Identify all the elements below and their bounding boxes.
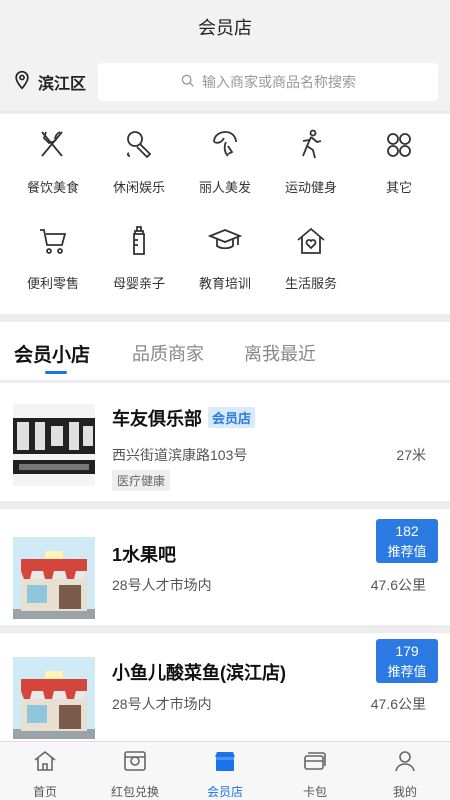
recommend-score-badge: 182 推荐值 <box>376 519 438 563</box>
tab-home[interactable]: 首页 <box>0 742 90 800</box>
shop-name: 1水果吧 <box>112 545 177 565</box>
recommend-label: 推荐值 <box>387 543 427 559</box>
category-dining[interactable]: 餐饮美食 <box>8 114 98 195</box>
shop-store-image <box>13 537 95 619</box>
shop-category-tag: 医疗健康 <box>112 470 171 491</box>
hair-icon <box>208 114 242 167</box>
graduation-cap-icon <box>207 210 243 263</box>
tab-member-store[interactable]: 会员店 <box>180 742 270 800</box>
tab-profile[interactable]: 我的 <box>360 742 450 800</box>
shop-address: 28号人才市场内 <box>112 696 212 712</box>
search-placeholder: 输入商家或商品名称搜索 <box>202 74 356 90</box>
location-pin-icon <box>12 70 32 95</box>
shop-tabs: 会员小店 品质商家 离我最近 <box>0 322 450 380</box>
bottom-tab-bar: 首页 红包兑换 会员店 卡包 我的 <box>0 741 450 800</box>
shop-distance: 27米 <box>396 447 426 463</box>
cards-icon <box>302 742 328 779</box>
title-bar: 会员店 <box>0 0 450 54</box>
active-tab-indicator <box>45 371 67 374</box>
utensils-icon <box>36 114 70 167</box>
shop-card[interactable]: 车友俱乐部 会员店 西兴街道滨康路103号 27米 医疗健康 <box>0 383 450 501</box>
location-bar: 滨江区 输入商家或商品名称搜索 <box>0 54 450 110</box>
tab-redpacket-exchange[interactable]: 红包兑换 <box>90 742 180 800</box>
home-icon <box>32 742 58 779</box>
page-title: 会员店 <box>198 18 252 38</box>
location-selector[interactable]: 滨江区 <box>12 70 98 95</box>
search-input[interactable]: 输入商家或商品名称搜索 <box>98 63 438 101</box>
microphone-icon <box>122 114 156 167</box>
cart-icon <box>36 210 70 263</box>
category-grid: 餐饮美食 休闲娱乐 丽人美发 运动健身 其它 便利零售 母婴亲子 教育培训 生活… <box>0 114 450 314</box>
recommend-label: 推荐值 <box>387 663 427 679</box>
shop-store-image <box>13 657 95 741</box>
home-heart-icon <box>294 210 328 263</box>
category-baby[interactable]: 母婴亲子 <box>94 210 184 291</box>
shop-address: 西兴街道滨康路103号 <box>112 447 248 463</box>
member-badge: 会员店 <box>208 407 256 428</box>
shop-name: 车友俱乐部 会员店 <box>112 405 256 431</box>
shop-address: 28号人才市场内 <box>112 577 212 593</box>
category-beauty[interactable]: 丽人美发 <box>180 114 270 195</box>
category-leisure[interactable]: 休闲娱乐 <box>94 114 184 195</box>
shop-card[interactable]: 1水果吧 28号人才市场内 47.6公里 182 推荐值 <box>0 509 450 625</box>
store-icon <box>212 742 238 779</box>
category-education[interactable]: 教育培训 <box>180 210 270 291</box>
category-services[interactable]: 生活服务 <box>266 210 356 291</box>
shop-distance: 47.6公里 <box>370 577 426 593</box>
running-icon <box>294 114 328 167</box>
tab-nearest[interactable]: 离我最近 <box>244 340 316 366</box>
shop-card[interactable]: 小鱼儿酸菜鱼(滨江店) 28号人才市场内 47.6公里 179 推荐值 <box>0 633 450 741</box>
search-icon <box>180 73 202 92</box>
shop-name: 小鱼儿酸菜鱼(滨江店) <box>112 663 286 683</box>
city-label: 滨江区 <box>38 76 87 93</box>
tab-quality-merchants[interactable]: 品质商家 <box>132 340 204 366</box>
category-retail[interactable]: 便利零售 <box>8 210 98 291</box>
recommend-score: 182 <box>395 522 419 539</box>
grid-icon <box>382 114 416 167</box>
shop-distance: 47.6公里 <box>370 696 426 712</box>
shop-logo <box>13 404 95 486</box>
user-icon <box>392 742 418 779</box>
redpacket-icon <box>122 742 148 779</box>
baby-bottle-icon <box>122 210 156 263</box>
recommend-score: 179 <box>395 642 419 659</box>
tab-card-wallet[interactable]: 卡包 <box>270 742 360 800</box>
category-fitness[interactable]: 运动健身 <box>266 114 356 195</box>
recommend-score-badge: 179 推荐值 <box>376 639 438 683</box>
tab-member-shops[interactable]: 会员小店 <box>14 340 90 367</box>
category-other[interactable]: 其它 <box>354 114 444 195</box>
